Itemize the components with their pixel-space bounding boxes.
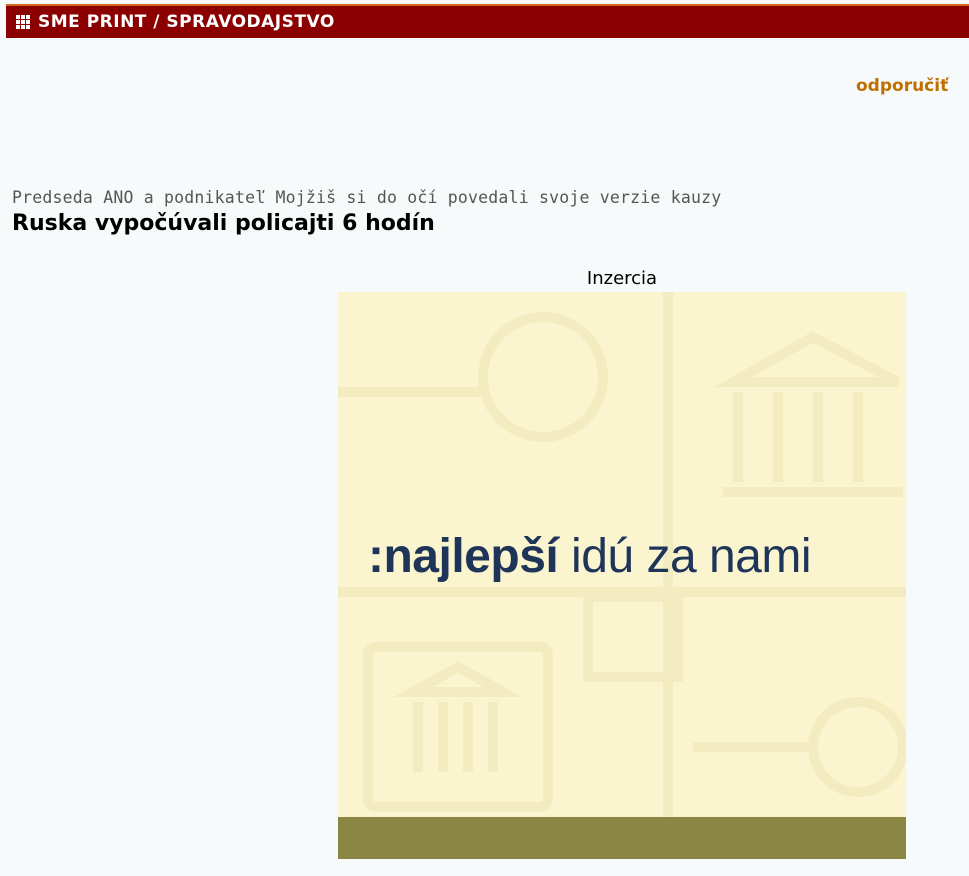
ad-banner[interactable]: :najlepší idú za nami [338, 292, 906, 859]
page: SME PRINT / SPRAVODAJSTVO odporučiť Pred… [0, 0, 969, 876]
ad-bottom-band [338, 817, 906, 859]
grid-icon [16, 15, 30, 29]
section-title[interactable]: SME PRINT / SPRAVODAJSTVO [38, 12, 335, 32]
article-subtitle: Predseda ANO a podnikateľ Mojžiš si do o… [12, 188, 722, 207]
recommend-link[interactable]: odporučiť [856, 76, 948, 96]
building-icon [713, 331, 901, 387]
ad-slogan-strong: :najlepší [368, 530, 559, 583]
article-headline[interactable]: Ruska vypočúvali policajti 6 hodín [12, 211, 435, 236]
ad-slogan-rest: idú za nami [558, 530, 812, 583]
ad-slogan: :najlepší idú za nami [368, 529, 812, 584]
ad-label: Inzercia [586, 268, 658, 289]
key-icon [478, 312, 608, 442]
section-bar[interactable]: SME PRINT / SPRAVODAJSTVO [6, 4, 969, 38]
